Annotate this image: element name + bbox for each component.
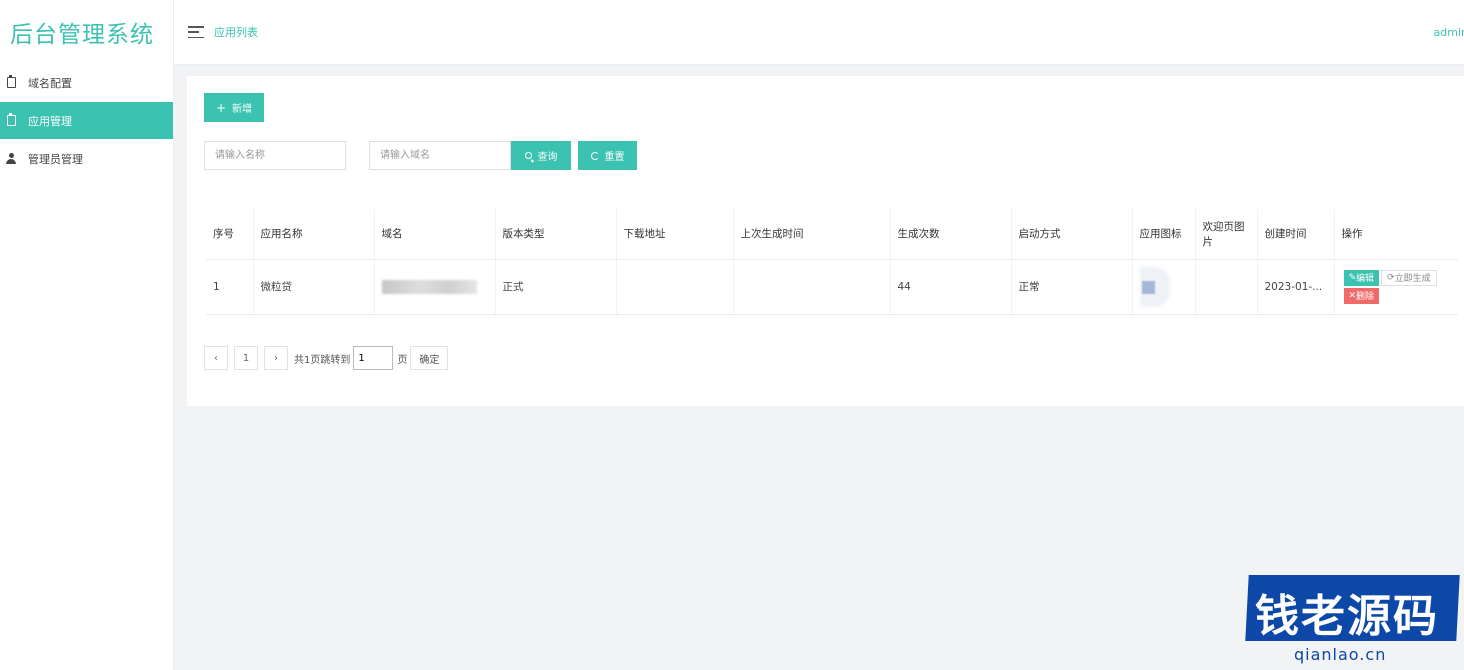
- column-header: 应用名称: [253, 209, 375, 260]
- refresh-icon: [590, 151, 599, 160]
- page-unit-label: 页: [397, 354, 408, 366]
- refresh-icon: ⟳: [1387, 272, 1395, 283]
- edit-button-label: 编辑: [1356, 274, 1375, 284]
- sidebar-item-admin-management[interactable]: 管理员管理: [0, 140, 173, 177]
- delete-button-label: 删除: [1356, 292, 1375, 302]
- column-header: 域名: [374, 209, 496, 260]
- menu-toggle-icon[interactable]: [188, 26, 204, 38]
- sidebar-item-app-management[interactable]: 应用管理: [0, 102, 173, 139]
- cell-created-at: 2023-01-...: [1257, 259, 1335, 315]
- cell-welcome-image: [1195, 259, 1258, 315]
- search-button-label: 查询: [537, 152, 558, 163]
- search-button[interactable]: 查询: [511, 141, 571, 170]
- search-icon: [524, 152, 532, 159]
- page-number-button[interactable]: 1: [234, 346, 258, 370]
- jump-confirm-button[interactable]: 确定: [410, 346, 449, 370]
- cell-generate-count: 44: [890, 259, 1012, 315]
- app-brand: 后台管理系统: [10, 22, 154, 48]
- cell-launch-mode: 正常: [1011, 259, 1133, 315]
- cell-last-generated: [733, 259, 891, 315]
- app-icon-image: [1140, 267, 1170, 307]
- column-header: 版本类型: [495, 209, 617, 260]
- edit-button[interactable]: ✎ 编辑: [1343, 269, 1380, 286]
- user-menu[interactable]: admin: [1434, 26, 1464, 39]
- table-header-row: 序号 应用名称 域名 版本类型 下载地址 上次生成时间 生成次数 启动方式 应用…: [206, 209, 1458, 260]
- top-header: 应用列表 admin: [174, 0, 1464, 64]
- next-page-button[interactable]: ›: [264, 346, 288, 370]
- plus-icon: +: [215, 100, 227, 115]
- watermark-title: 钱老源码: [1255, 591, 1439, 642]
- sidebar-item-domain-config[interactable]: 域名配置: [0, 64, 173, 101]
- redacted-domain: [381, 279, 477, 294]
- watermark-subtitle: qianlao.cn: [1294, 645, 1387, 664]
- generate-button-label: 立即生成: [1394, 274, 1431, 284]
- add-button[interactable]: + 新增: [204, 93, 264, 122]
- jump-to-label: 跳转到: [320, 354, 351, 366]
- sidebar: 后台管理系统 域名配置 应用管理 管理员管理: [0, 0, 174, 670]
- add-button-label: 新增: [232, 104, 253, 115]
- close-icon: ✕: [1348, 290, 1357, 301]
- cell-domain: [374, 259, 496, 315]
- breadcrumb[interactable]: 应用列表: [214, 24, 258, 40]
- reset-button-label: 重置: [604, 152, 625, 163]
- jump-page-input[interactable]: [353, 346, 394, 370]
- column-header: 启动方式: [1011, 209, 1133, 260]
- generate-now-button[interactable]: ⟳ 立即生成: [1381, 269, 1437, 286]
- watermark-logo: 钱老源码 qianlao.cn: [1241, 563, 1464, 670]
- column-header: 下载地址: [616, 209, 734, 260]
- content-card: + 新增 查询 重置 序号 应用名称 域名 版本类型 下载地址 上次生成时间 生…: [187, 76, 1464, 406]
- sidebar-menu: 域名配置 应用管理 管理员管理: [0, 64, 173, 177]
- column-header: 应用图标: [1132, 209, 1196, 260]
- column-header: 生成次数: [890, 209, 1012, 260]
- column-header: 上次生成时间: [733, 209, 891, 260]
- cell-actions: ✎ 编辑 ⟳ 立即生成 ✕ 删除: [1334, 259, 1458, 315]
- clipboard-icon: [6, 113, 16, 127]
- pagination: ‹ 1 › 共1页 跳转到 页 确定: [204, 346, 449, 370]
- column-header: 创建时间: [1257, 209, 1335, 260]
- column-header: 序号: [206, 209, 254, 260]
- sidebar-item-label: 管理员管理: [28, 152, 83, 166]
- reset-button[interactable]: 重置: [578, 141, 637, 170]
- edit-icon: ✎: [1348, 272, 1357, 283]
- prev-page-button[interactable]: ‹: [204, 346, 228, 370]
- name-search-input[interactable]: [204, 141, 346, 170]
- cell-app-name: 微粒贷: [253, 259, 375, 315]
- column-header: 操作: [1334, 209, 1458, 260]
- action-group: ✎ 编辑 ⟳ 立即生成: [1343, 269, 1452, 286]
- cell-index: 1: [206, 259, 254, 315]
- app-table: 序号 应用名称 域名 版本类型 下载地址 上次生成时间 生成次数 启动方式 应用…: [206, 209, 1458, 315]
- total-pages-text: 共1页: [294, 354, 321, 366]
- created-at-text: 2023-01-...: [1264, 280, 1323, 293]
- delete-button[interactable]: ✕ 删除: [1343, 287, 1380, 304]
- domain-search-input[interactable]: [369, 141, 511, 170]
- table-row: 1 微粒贷 正式 44 正常 2023-01-... ✎ 编辑 ⟳ 立即生成 ✕…: [206, 259, 1458, 315]
- clipboard-icon: [6, 75, 16, 89]
- sidebar-item-label: 应用管理: [28, 114, 72, 128]
- cell-version-type: 正式: [495, 259, 617, 315]
- cell-download-url: [616, 259, 734, 315]
- column-header: 欢迎页图片: [1195, 209, 1258, 260]
- cell-app-icon: [1132, 259, 1196, 315]
- user-icon: [6, 153, 16, 165]
- sidebar-item-label: 域名配置: [28, 76, 72, 90]
